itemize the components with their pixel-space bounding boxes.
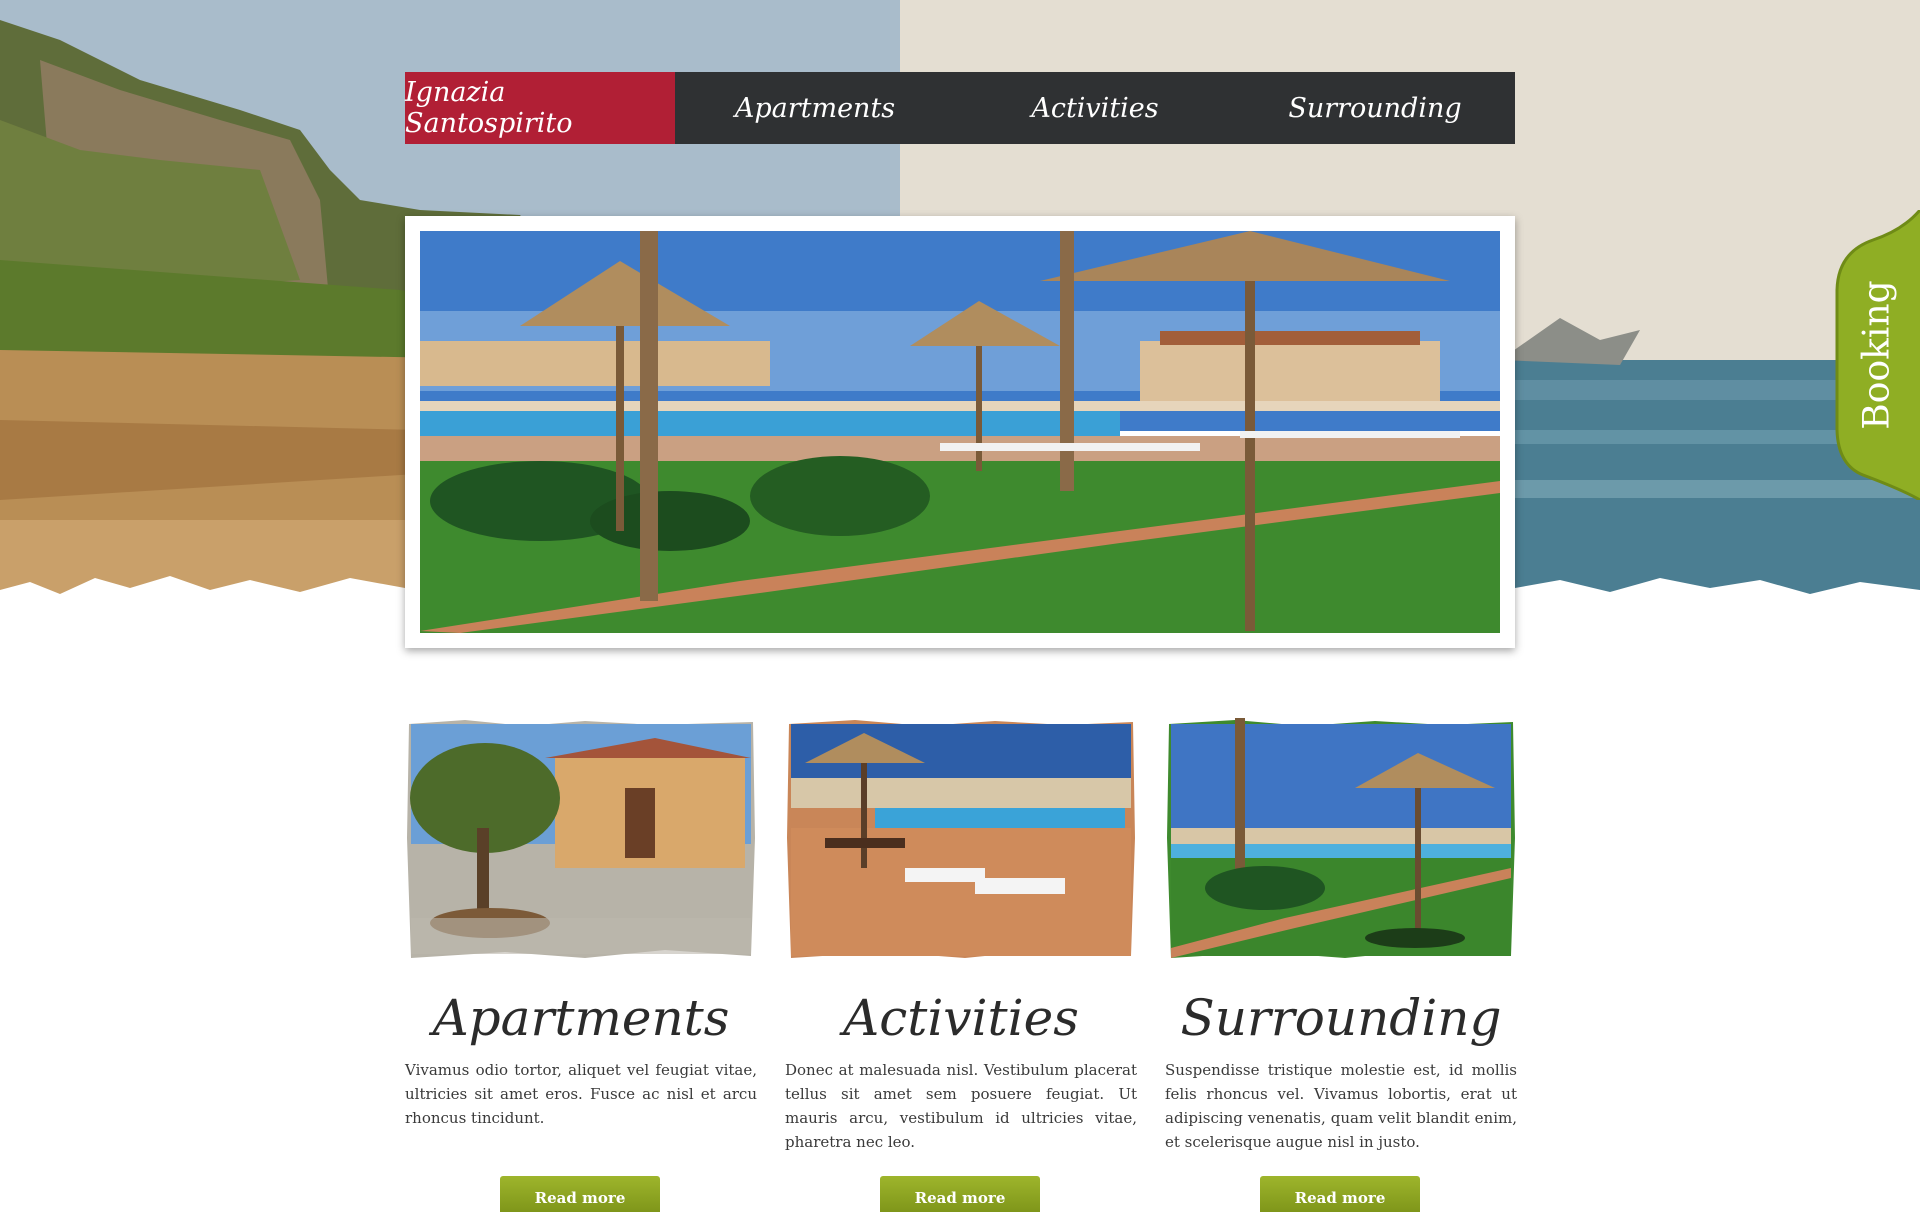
feature-column-apartments: Apartments Vivamus odio tortor, aliquet … (405, 718, 757, 1130)
apartments-read-more-button[interactable]: Read more (500, 1176, 660, 1212)
apartments-description: Vivamus odio tortor, aliquet vel feugiat… (405, 1061, 757, 1127)
booking-label: Booking (1856, 280, 1897, 430)
feature-column-activities: Activities Donec at malesuada nisl. Vest… (785, 718, 1137, 1154)
hero-photo-pool-resort (420, 231, 1500, 633)
activities-description: Donec at malesuada nisl. Vestibulum plac… (785, 1061, 1137, 1151)
activities-title: Activities (843, 989, 1079, 1047)
activities-thumbnail[interactable] (785, 718, 1137, 960)
activities-read-more-button[interactable]: Read more (880, 1176, 1040, 1212)
surrounding-read-more-button[interactable]: Read more (1260, 1176, 1420, 1212)
surrounding-description: Suspendisse tristique molestie est, id m… (1165, 1061, 1517, 1151)
booking-tab[interactable]: Booking (1833, 210, 1920, 500)
apartments-thumbnail[interactable] (405, 718, 757, 960)
nav-item-activities[interactable]: Activities (955, 72, 1235, 144)
main-navigation: Ignazia Santospirito Apartments Activiti… (405, 72, 1515, 144)
nav-item-apartments[interactable]: Apartments (675, 72, 955, 144)
feature-column-surrounding: Surrounding Suspendisse tristique molest… (1165, 718, 1517, 1154)
surrounding-thumbnail[interactable] (1165, 718, 1517, 960)
hero-photo-frame (405, 216, 1515, 648)
nav-item-surrounding[interactable]: Surrounding (1235, 72, 1515, 144)
apartments-title: Apartments (432, 989, 730, 1047)
nav-item-home[interactable]: Ignazia Santospirito (405, 72, 675, 144)
surrounding-title: Surrounding (1180, 989, 1502, 1047)
